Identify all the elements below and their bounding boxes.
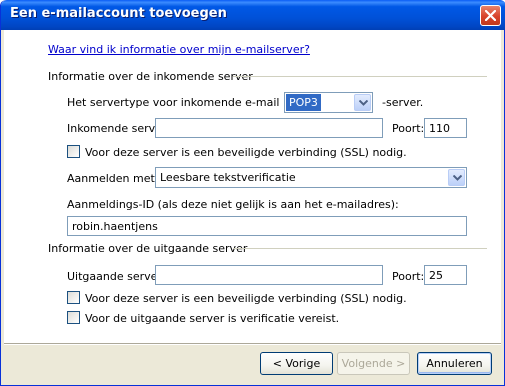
window-title: Een e-mailaccount toevoegen: [10, 6, 227, 21]
next-button[interactable]: Volgende >: [337, 352, 410, 375]
help-link[interactable]: Waar vind ik informatie over mijn e-mail…: [48, 43, 310, 56]
back-button[interactable]: < Vorige: [260, 352, 333, 375]
login-method-value: Leesbare tekstverificatie: [160, 171, 296, 184]
dialog-window: Een e-mailaccount toevoegen Waar vind ik…: [0, 0, 505, 386]
login-id-label: Aanmeldings-ID (als deze niet gelijk is …: [67, 198, 399, 211]
chevron-down-icon: [359, 100, 368, 106]
outgoing-auth-label: Voor de uitgaande server is verificatie …: [85, 312, 340, 325]
servertype-select[interactable]: POP3: [284, 92, 373, 113]
servertype-suffix: -server.: [382, 96, 424, 109]
login-id-input[interactable]: [67, 216, 467, 236]
incoming-port-input[interactable]: [424, 118, 467, 138]
incoming-section-divider: [233, 76, 487, 77]
chevron-down-icon: [453, 175, 462, 181]
outgoing-server-input[interactable]: [155, 265, 383, 285]
servertype-value: POP3: [286, 94, 321, 111]
incoming-ssl-checkbox[interactable]: [67, 145, 80, 158]
outgoing-port-label: Poort:: [392, 270, 425, 283]
cancel-button[interactable]: Annuleren: [417, 352, 492, 375]
title-bar[interactable]: Een e-mailaccount toevoegen: [1, 0, 505, 30]
outgoing-ssl-checkbox[interactable]: [67, 291, 80, 304]
incoming-section-title: Informatie over de inkomende server: [48, 70, 253, 83]
incoming-port-label: Poort:: [392, 122, 425, 135]
incoming-ssl-label: Voor deze server is een beveiligde verbi…: [85, 146, 407, 159]
incoming-server-input[interactable]: [155, 118, 383, 138]
servertype-label: Het servertype voor inkomende e-mail is …: [67, 96, 316, 109]
login-method-label: Aanmelden met:: [67, 172, 159, 185]
outgoing-port-input[interactable]: [424, 265, 467, 285]
close-button[interactable]: [480, 5, 501, 26]
login-method-select[interactable]: Leesbare tekstverificatie: [155, 167, 467, 188]
outgoing-auth-checkbox[interactable]: [67, 311, 80, 324]
servertype-dropdown-button[interactable]: [354, 94, 371, 111]
outgoing-ssl-label: Voor deze server is een beveiligde verbi…: [85, 292, 407, 305]
login-method-dropdown-button[interactable]: [448, 169, 465, 186]
outgoing-server-label: Uitgaande server:: [67, 270, 166, 283]
close-icon: [485, 10, 496, 21]
outgoing-section-divider: [233, 248, 487, 249]
outgoing-section-title: Informatie over de uitgaande server: [48, 242, 248, 255]
